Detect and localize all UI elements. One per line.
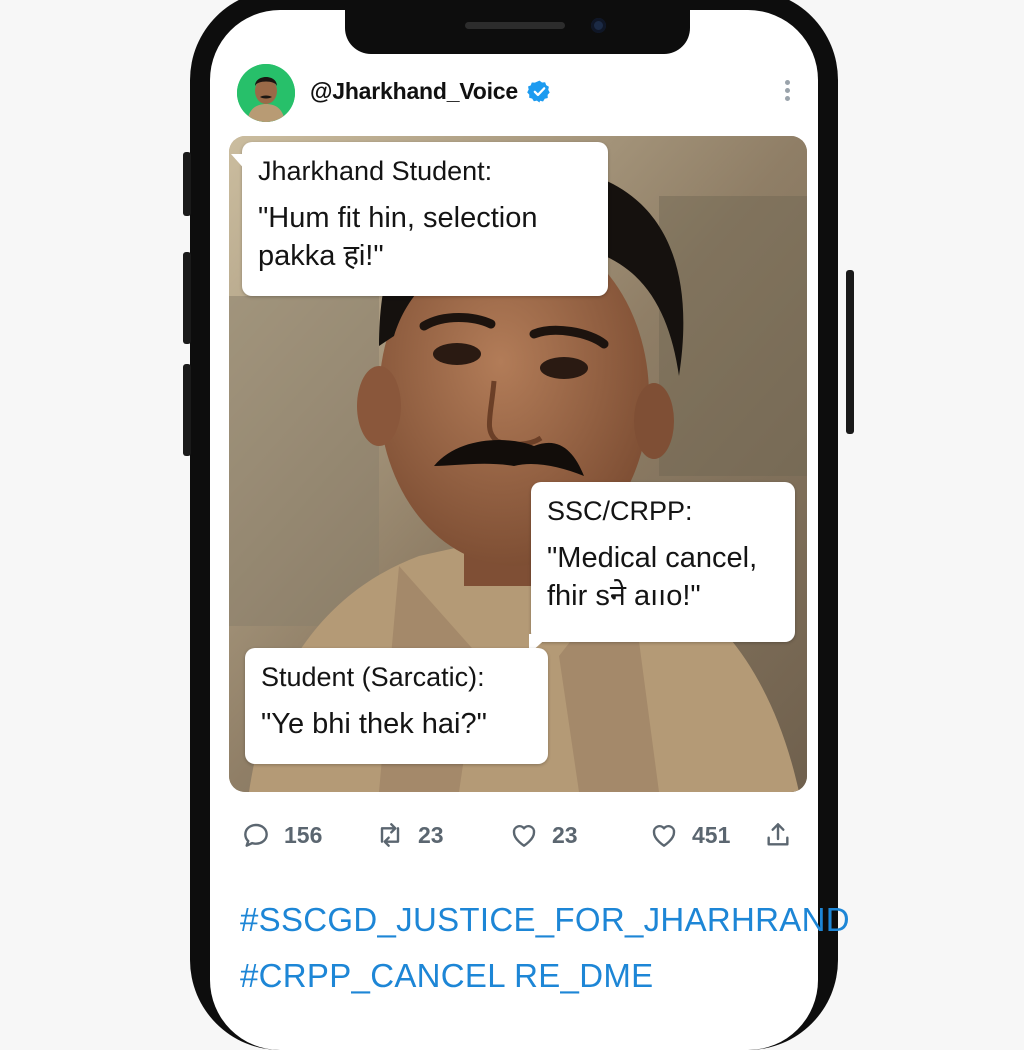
phone-notch	[345, 0, 690, 54]
hashtag-list: #SSCGD_JUSTICE_FOR_JHARHRAND #CRPP_CANCE…	[240, 892, 850, 1004]
reply-count: 156	[284, 821, 323, 848]
like-count: 23	[552, 821, 578, 848]
speech-bubble-student-sarcastic: Student (Sarcatic): "Ye bhi thek hai?"	[245, 648, 548, 764]
like-icon	[652, 824, 676, 847]
speech-bubble-ssc: SSC/CRPP: "Medical cancel, fhir sने aııo…	[531, 482, 795, 642]
speech-bubble-tail	[231, 154, 247, 172]
speech-bubble-student: Jharkhand Student: "Hum fit hin, selecti…	[242, 142, 608, 296]
earpiece-speaker	[465, 22, 565, 29]
post-author-handle[interactable]: @Jharkhand_Voice	[310, 78, 518, 105]
speech-bubble-quote-line: "Ye bhi thek hai?"	[261, 708, 487, 740]
speech-bubble-quote-line: "Hum fit hin, selection	[258, 202, 538, 234]
reply-icon	[244, 823, 268, 847]
views-count: 451	[692, 821, 731, 848]
retweet-button[interactable]: 23	[374, 815, 444, 855]
speech-bubble-speaker: Jharkhand Student:	[258, 156, 493, 186]
phone-power-button	[846, 270, 854, 434]
avatar-portrait	[237, 64, 295, 122]
share-icon	[767, 823, 789, 846]
hashtag-link[interactable]: #SSCGD_JUSTICE_FOR_JHARHRAND	[240, 892, 850, 948]
speech-bubble-quote-line: "Medical cancel,	[547, 542, 758, 574]
meme-image: Jharkhand Student: "Hum fit hin, selecti…	[229, 136, 807, 792]
like-icon	[512, 824, 536, 847]
hashtag-link[interactable]: #CRPP_CANCEL RE_DME	[240, 948, 850, 1004]
phone-volume-up	[183, 252, 191, 344]
retweet-icon	[380, 823, 400, 847]
speech-bubble-speaker: Student (Sarcatic):	[261, 662, 485, 692]
speech-bubble-quote-line: fhir sने aııo!"	[547, 580, 701, 612]
front-camera	[591, 18, 606, 33]
more-options-icon[interactable]	[778, 78, 796, 104]
post-action-bar: 156 23 23 451	[240, 815, 800, 855]
avatar[interactable]	[237, 64, 295, 122]
verified-badge-icon	[527, 80, 550, 103]
phone-mute-switch	[183, 152, 191, 216]
retweet-count: 23	[418, 821, 444, 848]
share-button[interactable]	[762, 815, 794, 855]
reply-button[interactable]: 156	[240, 815, 322, 855]
views-button[interactable]: 451	[648, 815, 730, 855]
speech-bubble-quote-line: pakka हi!"	[258, 240, 384, 272]
phone-volume-down	[183, 364, 191, 456]
like-button[interactable]: 23	[508, 815, 578, 855]
speech-bubble-speaker: SSC/CRPP:	[547, 496, 693, 526]
